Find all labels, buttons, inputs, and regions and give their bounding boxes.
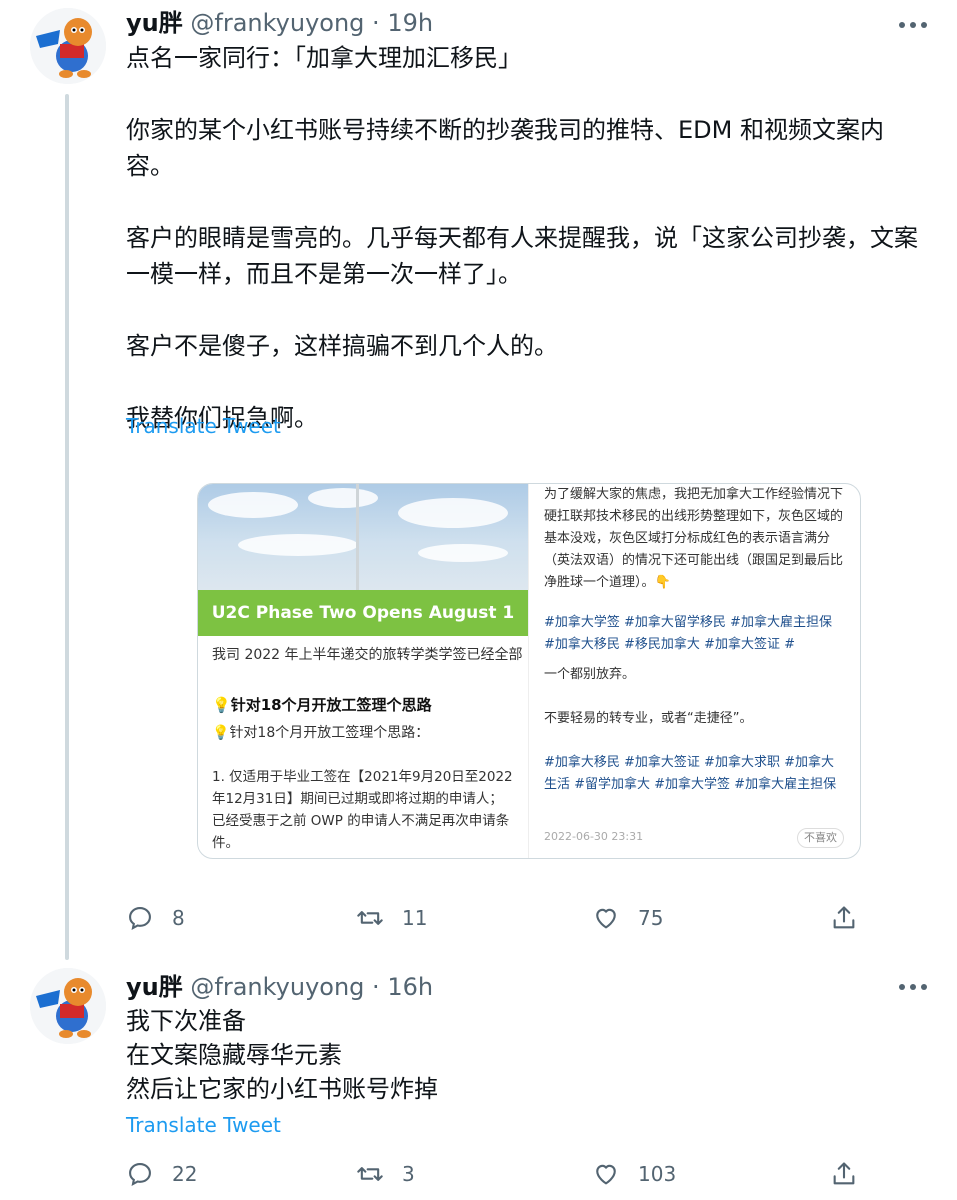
media-right-cut: 一个都别放弃。 <box>544 667 636 682</box>
reply-icon <box>129 907 151 931</box>
lightbulb-icon: 💡 <box>212 725 230 741</box>
separator: · <box>372 9 380 37</box>
media-right-para2: 不要轻易的转专业，或者“走捷径”。 <box>544 711 753 726</box>
tweet-1[interactable]: yu胖 @frankyuyong · 19h 点名一家同行：「加拿大理加汇移民」… <box>0 0 957 960</box>
author-handle[interactable]: @frankyuyong <box>190 973 364 1001</box>
media-left-body: 1. 仅适用于毕业工签在【2021年9月20日至2022 年12月31日】期间已… <box>212 769 513 851</box>
reply-button[interactable]: 22 <box>126 1156 197 1192</box>
timestamp[interactable]: 19h <box>387 9 433 37</box>
media-left-line: 我司 2022 年上半年递交的旅转学类学签已经全部 <box>212 647 523 663</box>
media-right-tags2: #加拿大移民 #加拿大签证 #加拿大求职 #加拿大生活 #留学加拿大 #加拿大学… <box>544 755 837 792</box>
translate-tweet-link[interactable]: Translate Tweet <box>126 414 281 438</box>
retweet-icon <box>357 911 383 925</box>
share-icon <box>833 1162 855 1185</box>
media-right-tags: #加拿大学签 #加拿大留学移民 #加拿大雇主担保 #加拿大移民 #移民加拿大 #… <box>544 615 832 652</box>
tweet-actions: 22 3 103 <box>126 1156 866 1192</box>
retweet-button[interactable]: 3 <box>356 1156 415 1192</box>
separator: · <box>372 973 380 1001</box>
avatar[interactable] <box>30 968 106 1044</box>
media-right-para: 为了缓解大家的焦虑，我把无加拿大工作经验情况下硬扛联邦技术移民的出线形势整理如下… <box>544 487 844 590</box>
retweet-icon <box>357 1167 383 1181</box>
tweet-text: 我下次准备 在文案隐藏辱华元素 然后让它家的小红书账号炸掉 <box>126 1007 438 1103</box>
avatar[interactable] <box>30 8 106 84</box>
timestamp[interactable]: 16h <box>387 973 433 1001</box>
banner: U2C Phase Two Opens August 1 <box>198 590 528 636</box>
retweet-count: 11 <box>402 906 428 930</box>
tweet-text: 点名一家同行：「加拿大理加汇移民」 你家的某个小红书账号持续不断的抄袭我司的推特… <box>126 44 918 432</box>
reply-count: 8 <box>172 906 185 930</box>
author-handle[interactable]: @frankyuyong <box>190 9 364 37</box>
media-right-panel: 为了缓解大家的焦虑，我把无加拿大工作经验情况下硬扛联邦技术移民的出线形势整理如下… <box>544 484 844 858</box>
like-icon <box>596 1164 616 1185</box>
reply-count: 22 <box>172 1162 198 1186</box>
like-button[interactable]: 75 <box>592 900 663 936</box>
tweet-header: yu胖 @frankyuyong · 19h <box>126 8 433 38</box>
media-left-heading: 💡针对18个月开放工签理个思路 <box>212 696 432 714</box>
media-left-panel: U2C Phase Two Opens August 1 我司 2022 年上半… <box>198 484 528 858</box>
like-icon <box>596 908 616 929</box>
author-name[interactable]: yu胖 <box>126 9 183 37</box>
translate-tweet-link[interactable]: Translate Tweet <box>126 1113 281 1137</box>
tweet-actions: 8 11 75 <box>126 900 866 936</box>
media-left-subheading: 💡针对18个月开放工签理个思路： <box>212 725 430 741</box>
lightbulb-icon: 💡 <box>212 696 231 714</box>
media-image[interactable]: U2C Phase Two Opens August 1 我司 2022 年上半… <box>197 483 861 859</box>
author-name[interactable]: yu胖 <box>126 973 183 1001</box>
tweet-2[interactable]: yu胖 @frankyuyong · 16h 我下次准备 在文案隐藏辱华元素 然… <box>0 960 957 1200</box>
thread-line <box>65 94 69 960</box>
share-button[interactable] <box>830 1156 876 1192</box>
like-count: 103 <box>638 1162 677 1186</box>
media-right-date: 2022-06-30 23:31 <box>544 830 644 843</box>
share-icon <box>833 906 855 929</box>
more-icon[interactable] <box>899 983 927 991</box>
sky-photo <box>198 484 528 590</box>
reply-button[interactable]: 8 <box>126 900 185 936</box>
like-count: 75 <box>638 906 664 930</box>
tweet-header: yu胖 @frankyuyong · 16h <box>126 972 433 1002</box>
more-icon[interactable] <box>899 21 927 29</box>
media-divider <box>528 484 529 858</box>
retweet-button[interactable]: 11 <box>356 900 427 936</box>
dislike-button: 不喜欢 <box>797 828 844 848</box>
retweet-count: 3 <box>402 1162 415 1186</box>
like-button[interactable]: 103 <box>592 1156 676 1192</box>
share-button[interactable] <box>830 900 876 936</box>
reply-icon <box>129 1163 151 1187</box>
